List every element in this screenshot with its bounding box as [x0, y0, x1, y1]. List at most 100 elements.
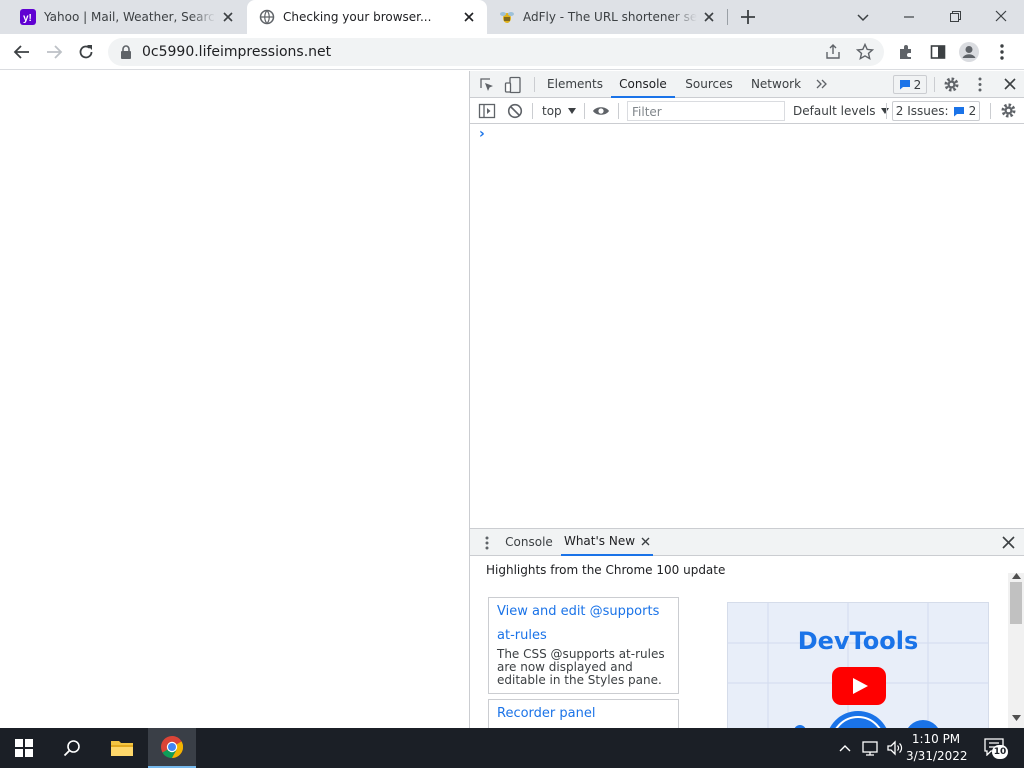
issues-badge[interactable]: 2 [893, 75, 927, 94]
console-output-area[interactable] [470, 147, 1024, 527]
sidebar-toggle-icon[interactable] [478, 102, 496, 120]
profile-avatar-icon[interactable] [957, 40, 981, 64]
tab-checking-browser[interactable]: Checking your browser... [247, 0, 487, 34]
close-window-icon[interactable] [990, 7, 1012, 27]
devtools-tab-network[interactable]: Network [746, 71, 806, 98]
web-page-viewport[interactable] [0, 71, 469, 728]
console-prompt[interactable]: › [479, 126, 485, 142]
close-tab-icon[interactable] [461, 9, 477, 25]
feature-card-title[interactable]: View and edit @supports [497, 600, 670, 624]
divider [618, 103, 619, 119]
drawer-menu-icon[interactable] [484, 535, 490, 551]
tab-adfly[interactable]: AdFly - The URL shortener service [487, 0, 727, 34]
more-tabs-chevrons-icon[interactable] [815, 77, 829, 91]
svg-text:y!: y! [23, 13, 32, 24]
divider [584, 103, 585, 119]
search-icon[interactable] [48, 728, 96, 768]
feature-card-description: editable in the Styles pane. [497, 673, 662, 687]
feature-card-title[interactable]: at-rules [497, 624, 670, 648]
lock-icon[interactable] [120, 45, 132, 59]
devtools-logo-text: DevTools [797, 627, 919, 655]
windows-taskbar: 1:10 PM 3/31/2022 10 [0, 728, 1024, 768]
devtools-tab-elements[interactable]: Elements [543, 71, 607, 98]
issues-counter-button[interactable]: 2 Issues: 2 [892, 101, 980, 121]
drawer-tab-console[interactable]: Console [500, 529, 558, 556]
chrome-menu-icon[interactable] [990, 40, 1014, 64]
divider [886, 103, 887, 119]
log-levels-dropdown[interactable]: Default levels [793, 104, 890, 118]
console-filter-input[interactable]: Filter [627, 101, 785, 121]
extensions-puzzle-icon[interactable] [894, 40, 918, 64]
log-levels-label: Default levels [793, 104, 876, 118]
settings-gear-icon[interactable] [943, 76, 960, 93]
close-devtools-icon[interactable] [1003, 77, 1017, 91]
network-icon[interactable] [862, 739, 880, 757]
tab-title: Checking your browser... [283, 10, 432, 24]
reload-icon[interactable] [74, 40, 98, 64]
clock-date: 3/31/2022 [906, 749, 968, 763]
divider [532, 103, 533, 119]
feature-card-title[interactable]: Recorder panel [497, 702, 670, 726]
minimize-icon[interactable] [898, 7, 920, 27]
tab-title: AdFly - The URL shortener service [523, 10, 697, 24]
scroll-up-arrow-icon[interactable] [1012, 573, 1021, 579]
devtools-tab-sources[interactable]: Sources [679, 71, 739, 98]
eye-icon[interactable] [592, 102, 610, 120]
youtube-play-icon[interactable] [832, 667, 886, 705]
issues-badge-count: 2 [913, 77, 922, 92]
dropdown-arrow-icon [567, 108, 576, 114]
close-tab-icon[interactable] [641, 537, 650, 546]
drawer-tabbar: Console What's New [470, 529, 1024, 556]
scroll-down-arrow-icon[interactable] [1012, 715, 1021, 721]
file-explorer-icon[interactable] [98, 728, 146, 768]
message-icon [953, 106, 964, 116]
clear-console-icon[interactable] [506, 102, 524, 120]
bookmark-star-icon[interactable] [856, 43, 874, 61]
tab-search-chevron-icon[interactable] [852, 7, 874, 27]
url-text: 0c5990.lifeimpressions.net [142, 44, 332, 60]
close-tab-icon[interactable] [220, 9, 236, 25]
context-label: top [542, 104, 562, 118]
side-panel-icon[interactable] [926, 40, 950, 64]
console-settings-gear-icon[interactable] [1000, 102, 1017, 119]
tab-title: Yahoo | Mail, Weather, Search, Politics,… [44, 10, 216, 24]
drawer-scrollbar[interactable] [1008, 573, 1024, 729]
issues-label: 2 Issues: [895, 104, 949, 118]
context-selector[interactable]: top [542, 104, 576, 118]
devtools-menu-icon[interactable] [977, 76, 983, 93]
devtools-panel: Elements Console Sources Network 2 top F… [469, 71, 1024, 739]
clock-time: 1:10 PM [911, 732, 961, 746]
inspect-element-icon[interactable] [478, 76, 496, 94]
address-bar[interactable]: 0c5990.lifeimpressions.net [108, 38, 884, 66]
show-hidden-icons-chevron-icon[interactable] [838, 741, 852, 755]
action-center-icon[interactable]: 10 [982, 738, 1008, 760]
notification-count-badge: 10 [992, 745, 1008, 759]
adfly-favicon-icon [499, 9, 515, 25]
divider [934, 77, 935, 92]
back-arrow-icon[interactable] [10, 40, 34, 64]
devtools-drawer: Console What's New Highlights from the C… [470, 528, 1024, 739]
close-drawer-icon[interactable] [1002, 536, 1015, 549]
tab-yahoo[interactable]: y! Yahoo | Mail, Weather, Search, Politi… [8, 0, 246, 34]
forward-arrow-icon[interactable] [42, 40, 66, 64]
tab-divider [727, 9, 728, 25]
new-tab-icon[interactable] [738, 7, 758, 27]
windows-start-icon[interactable] [0, 728, 48, 768]
tab-strip: y! Yahoo | Mail, Weather, Search, Politi… [0, 0, 1024, 34]
system-clock[interactable]: 1:10 PM 3/31/2022 [906, 731, 968, 765]
message-icon [899, 80, 910, 90]
globe-icon [259, 9, 275, 25]
device-toolbar-icon[interactable] [504, 76, 522, 94]
drawer-tab-whats-new[interactable]: What's New [561, 529, 653, 556]
chrome-taskbar-icon[interactable] [148, 728, 196, 768]
whats-new-video-thumbnail[interactable]: DevTools [727, 602, 989, 732]
feature-card-supports[interactable]: View and edit @supports at-rules The CSS… [488, 597, 679, 694]
scrollbar-thumb[interactable] [1010, 582, 1022, 624]
share-icon[interactable] [824, 43, 842, 61]
devtools-main-toolbar: Elements Console Sources Network 2 [470, 71, 1024, 98]
volume-icon[interactable] [886, 739, 904, 757]
restore-icon[interactable] [944, 7, 966, 27]
close-tab-icon[interactable] [701, 9, 717, 25]
devtools-tab-console[interactable]: Console [611, 71, 675, 98]
divider [534, 77, 535, 92]
